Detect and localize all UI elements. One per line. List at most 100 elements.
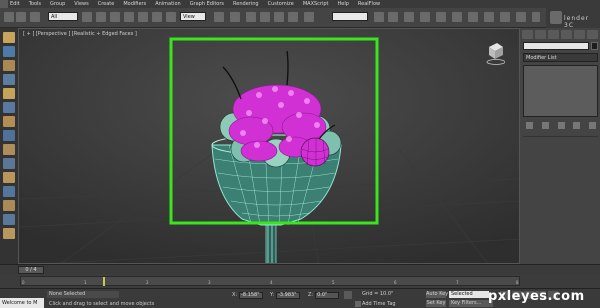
viewcube-icon[interactable]	[485, 41, 505, 65]
key-filters-button[interactable]: Key Filters...	[449, 300, 493, 307]
angle-snap-icon[interactable]	[260, 12, 270, 22]
named-selection-sets-dropdown[interactable]	[332, 12, 368, 21]
perspective-viewport[interactable]: [ + ] [Perspective ] [Realistic + Edged …	[18, 28, 520, 264]
undo-icon[interactable]	[4, 12, 14, 22]
render-setup-icon[interactable]	[484, 12, 494, 22]
pin-stack-icon[interactable]	[526, 122, 533, 129]
create-tab-icon[interactable]	[522, 30, 533, 39]
configure-sets-icon[interactable]	[589, 122, 596, 129]
graphite-ribbon-icon[interactable]	[420, 12, 430, 22]
object-name-field[interactable]	[523, 42, 589, 50]
rectangular-selection-icon[interactable]	[110, 12, 120, 22]
utilities-tab-icon[interactable]	[587, 30, 598, 39]
render-iterative-icon[interactable]	[532, 12, 540, 22]
reference-coordinate-dropdown[interactable]: View	[180, 12, 206, 21]
x-label: X:	[232, 292, 238, 298]
display-tab-icon[interactable]	[574, 30, 585, 39]
modifier-list-dropdown[interactable]: Modifier List	[523, 53, 598, 62]
percent-snap-icon[interactable]	[274, 12, 284, 22]
track-bar[interactable]	[0, 274, 600, 288]
menu-edit[interactable]: Edit	[10, 1, 20, 7]
systems-tool-icon[interactable]	[3, 200, 15, 211]
select-manipulate-icon[interactable]	[230, 12, 240, 22]
spacewarp-tool-icon[interactable]	[3, 186, 15, 197]
curve-editor-icon[interactable]	[436, 12, 446, 22]
track-ruler[interactable]	[20, 276, 520, 286]
layer-manager-icon[interactable]	[404, 12, 414, 22]
snaps-toggle-icon[interactable]	[246, 12, 256, 22]
light-tool-icon[interactable]	[3, 144, 15, 155]
show-end-result-icon[interactable]	[541, 122, 549, 129]
menu-customize[interactable]: Customize	[268, 1, 294, 7]
camera-tool-icon[interactable]	[3, 158, 15, 169]
menu-views[interactable]: Views	[74, 1, 88, 7]
link-icon[interactable]	[30, 12, 40, 22]
make-unique-icon[interactable]	[557, 122, 565, 129]
select-and-rotate-icon[interactable]	[152, 12, 162, 22]
mirror-icon[interactable]	[374, 12, 384, 22]
object-tool-icon[interactable]	[3, 116, 15, 127]
x-field[interactable]: -8.158"	[239, 292, 264, 299]
menu-rendering[interactable]: Rendering	[233, 1, 259, 7]
utilities-tool-icon[interactable]	[3, 102, 15, 113]
z-field[interactable]: 0.0"	[315, 292, 340, 299]
menu-group[interactable]: Group	[50, 1, 65, 7]
grid-size-label: Grid = 10.0"	[362, 291, 394, 297]
menu-tools[interactable]: Tools	[29, 1, 41, 7]
remove-modifier-icon[interactable]	[573, 122, 581, 129]
time-tag-icon[interactable]	[355, 301, 361, 307]
align-icon[interactable]	[388, 12, 398, 22]
key-mode-dropdown[interactable]: Selected	[449, 291, 489, 298]
maxscript-listener-field[interactable]: Welcome to M	[0, 298, 44, 308]
redo-icon[interactable]	[16, 12, 26, 22]
selection-filter-dropdown[interactable]: All	[48, 12, 78, 21]
menu-realflow[interactable]: RealFlow	[358, 1, 380, 7]
z-coordinate: Z: 0.0"	[308, 291, 340, 299]
set-key-button[interactable]: Set Key	[426, 300, 446, 307]
edit-named-selection-icon[interactable]	[304, 12, 314, 22]
spinner-snap-icon[interactable]	[288, 12, 298, 22]
auto-key-button[interactable]: Auto Key	[426, 291, 448, 298]
select-and-move-icon[interactable]	[138, 12, 148, 22]
schematic-view-icon[interactable]	[452, 12, 462, 22]
motion-tab-icon[interactable]	[561, 30, 572, 39]
motion-tool-icon[interactable]	[3, 74, 15, 85]
command-panel-tabs	[522, 30, 598, 40]
selection-lock-icon[interactable]	[344, 291, 352, 299]
display-tool-icon[interactable]	[3, 88, 15, 99]
modifier-stack[interactable]	[523, 65, 598, 117]
select-and-scale-icon[interactable]	[166, 12, 176, 22]
select-object-icon[interactable]	[82, 12, 92, 22]
menu-create[interactable]: Create	[98, 1, 115, 7]
render-production-icon[interactable]	[516, 12, 526, 22]
window-crossing-icon[interactable]	[124, 12, 134, 22]
hierarchy-tool-icon[interactable]	[3, 60, 15, 71]
brand-text: lender 3C	[564, 15, 590, 29]
viewport-label[interactable]: [ + ] [Perspective ] [Realistic + Edged …	[23, 31, 137, 37]
modify-tool-icon[interactable]	[3, 46, 15, 57]
object-color-swatch[interactable]	[591, 42, 598, 50]
y-coordinate: Y: -3.983"	[270, 291, 301, 299]
menu-modifiers[interactable]: Modifiers	[123, 1, 146, 7]
hierarchy-tab-icon[interactable]	[548, 30, 559, 39]
menu-maxscript[interactable]: MAXScript	[303, 1, 329, 7]
compound-tool-icon[interactable]	[3, 228, 15, 239]
pivot-center-icon[interactable]	[214, 12, 224, 22]
particles-tool-icon[interactable]	[3, 214, 15, 225]
y-field[interactable]: -3.983"	[276, 292, 301, 299]
time-slider-thumb[interactable]: 0 / 4	[18, 266, 44, 274]
app-menu-button[interactable]	[0, 0, 8, 8]
modify-tab-icon[interactable]	[535, 30, 546, 39]
menu-animation[interactable]: Animation	[155, 1, 181, 7]
add-time-tag-button[interactable]: Add Time Tag	[362, 301, 396, 307]
select-by-name-icon[interactable]	[96, 12, 106, 22]
create-tool-icon[interactable]	[3, 32, 15, 43]
rendered-frame-window-icon[interactable]	[500, 12, 510, 22]
time-slider[interactable]: 0 / 4	[0, 264, 600, 274]
material-editor-icon[interactable]	[468, 12, 478, 22]
menu-help[interactable]: Help	[338, 1, 349, 7]
menu-graph-editors[interactable]: Graph Editors	[190, 1, 224, 7]
helper-tool-icon[interactable]	[3, 172, 15, 183]
shape-tool-icon[interactable]	[3, 130, 15, 141]
keyframe-marker[interactable]	[103, 277, 105, 286]
